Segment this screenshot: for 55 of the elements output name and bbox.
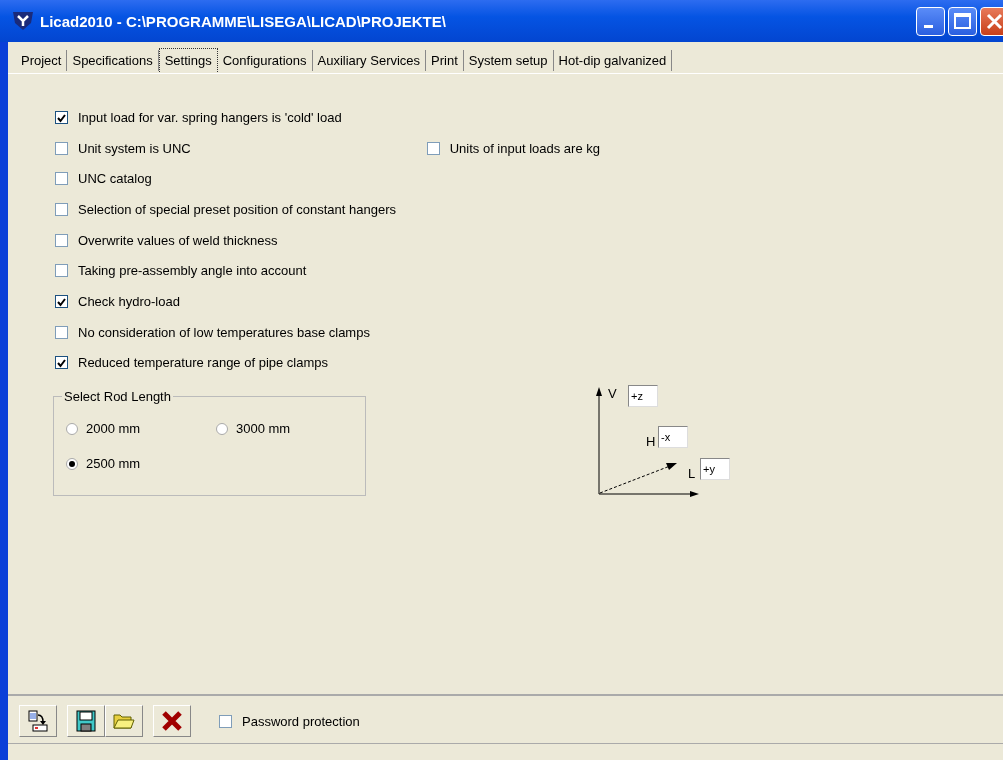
radio-circle[interactable] [66,422,78,435]
tab[interactable]: Project [16,50,68,71]
checkbox[interactable]: UNC catalog [55,171,152,187]
checkbox-label: Check hydro-load [78,293,180,309]
close-icon [161,710,183,732]
checkbox-box[interactable] [55,172,68,186]
radio-label: 2000 mm [86,421,141,437]
open-button[interactable] [105,705,143,737]
checkbox-label: Password protection [242,713,360,729]
checkbox-box[interactable] [55,356,68,370]
tab[interactable]: Hot-dip galvanized [553,50,673,71]
tab[interactable]: Configurations [217,50,313,71]
window-title: Licad2010 - C:\PROGRAMME\LISEGA\LICAD\PROJEKTE\ [40,12,447,30]
radio-button[interactable]: 2500 mm [66,456,216,472]
radio-circle[interactable] [216,422,228,435]
tab[interactable]: Auxiliary Services [312,50,427,71]
axis-label: L [688,466,696,482]
tab[interactable]: Settings [158,48,218,72]
transfer-button[interactable] [19,705,57,737]
app-logo-icon [12,11,34,31]
checkbox-label: UNC catalog [78,171,152,187]
tab[interactable]: Print [426,50,464,71]
radio-label: 3000 mm [236,421,291,437]
radio-button[interactable]: 3000 mm [216,421,356,437]
folder-icon [113,712,135,730]
checkbox[interactable]: Password protection [219,713,360,729]
axis-label: V [608,386,617,402]
checkbox-box[interactable] [55,325,68,339]
radio-button[interactable]: 2000 mm [66,421,216,437]
axis-field[interactable]: +z [628,385,658,408]
save-button[interactable] [67,705,105,737]
radio-circle[interactable] [66,457,78,470]
checkbox[interactable]: Unit system is UNC [55,140,191,156]
group-title: Select Rod Length [62,389,173,405]
axis-field[interactable]: +y [700,458,730,481]
delete-button[interactable] [153,705,191,737]
tab[interactable]: System setup [463,50,554,71]
checkbox-box[interactable] [55,141,68,155]
checkbox[interactable]: Check hydro-load [55,293,180,309]
maximize-icon[interactable] [948,6,977,36]
close-icon[interactable] [980,6,1003,36]
minimize-icon[interactable] [916,6,945,36]
tab[interactable]: Specifications [67,50,159,71]
checkbox-box[interactable] [55,202,68,216]
checkbox-box[interactable] [55,233,68,247]
checkbox-label: Unit system is UNC [78,140,191,156]
checkbox-box[interactable] [55,110,68,124]
axis-label: H [646,434,656,450]
axis-field[interactable]: -x [658,426,688,449]
radio-label: 2500 mm [86,456,141,472]
transfer-icon [27,710,49,732]
checkbox-box[interactable] [426,141,440,155]
checkbox-box[interactable] [219,714,232,728]
checkbox-box[interactable] [55,294,68,308]
checkbox-box[interactable] [55,264,68,278]
